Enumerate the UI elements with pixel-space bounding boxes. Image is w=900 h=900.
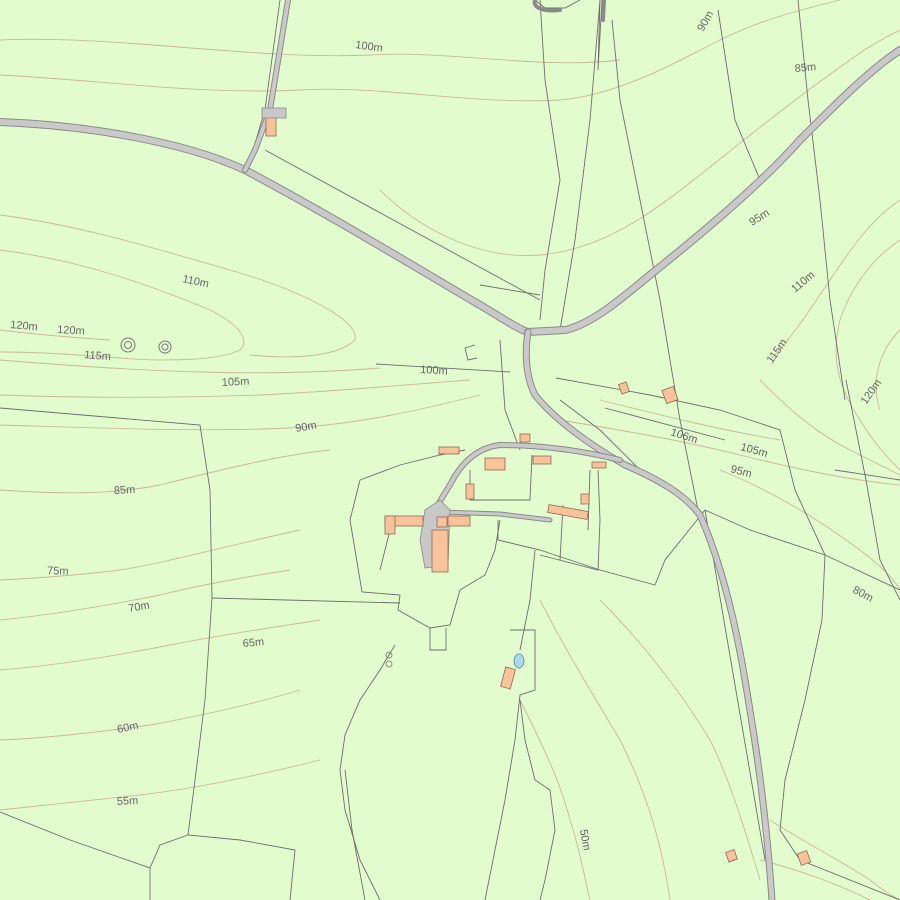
contour-label: 55m [117, 795, 139, 808]
contour-label: 75m [47, 565, 69, 578]
contour-label: 105m [222, 376, 250, 389]
contour-label: 65m [242, 636, 264, 650]
contour-label: 85m [794, 61, 816, 75]
contour-label: 120m [10, 319, 38, 333]
map-canvas[interactable]: 100m 90m 85m 95m 110m 110m 120m 120m 115… [0, 0, 900, 900]
contour-label: 115m [84, 349, 112, 363]
contour-label: 100m [420, 364, 448, 377]
contour-label: 120m [57, 324, 85, 337]
pond [513, 653, 525, 669]
contour-label: 85m [114, 484, 136, 497]
